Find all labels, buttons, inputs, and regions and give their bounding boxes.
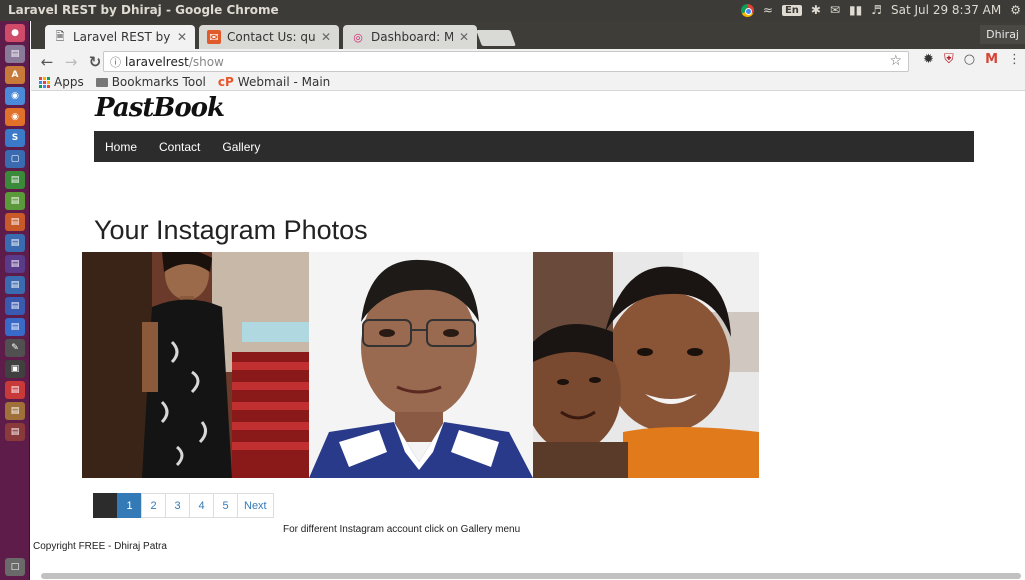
tab-label: Laravel REST by Dh xyxy=(73,30,171,44)
bookmark-webmail[interactable]: cP Webmail - Main xyxy=(218,75,330,89)
window-title: Laravel REST by Dhiraj - Google Chrome xyxy=(8,3,279,17)
battery-icon[interactable]: ▮▮ xyxy=(849,3,862,17)
browser-tabstrip: 🗎 Laravel REST by Dh ✕ ✉ Contact Us: que… xyxy=(31,21,1025,49)
pagination-page-2[interactable]: 2 xyxy=(141,493,166,518)
address-host: laravelrest xyxy=(125,54,189,69)
new-tab-button[interactable] xyxy=(476,30,516,46)
mail-tray-icon[interactable]: ✉ xyxy=(830,3,840,17)
bookmark-apps[interactable]: Apps xyxy=(39,75,84,89)
extension-gear-icon[interactable]: ✹ xyxy=(923,52,934,67)
instagram-photo[interactable] xyxy=(533,252,759,478)
back-arrow-icon[interactable]: ← xyxy=(39,53,55,71)
address-path: /show xyxy=(188,54,224,69)
close-icon[interactable]: ✕ xyxy=(459,30,469,44)
cpanel-icon: cP xyxy=(217,75,234,89)
app-icon-11[interactable]: ▤ xyxy=(5,234,25,252)
files-icon[interactable]: ▤ xyxy=(5,45,25,63)
app-icon-13[interactable]: ▤ xyxy=(5,276,25,294)
site-navbar: Home Contact Gallery xyxy=(94,131,974,162)
text-editor-icon[interactable]: ✎ xyxy=(5,339,25,357)
wifi-icon[interactable]: ≈ xyxy=(763,3,773,17)
app-icon-19[interactable]: ▤ xyxy=(5,402,25,420)
bookmark-label: Webmail - Main xyxy=(237,75,331,89)
calc-icon[interactable]: ▤ xyxy=(5,192,25,210)
gallery-hint-text: For different Instagram account click on… xyxy=(283,524,521,535)
pagination: 1 2 3 4 5 Next xyxy=(93,493,274,518)
instagram-photo[interactable] xyxy=(82,252,309,478)
screenshot-icon[interactable]: ▣ xyxy=(5,360,25,378)
chrome-tray-icon[interactable] xyxy=(740,3,754,17)
nav-gallery[interactable]: Gallery xyxy=(222,140,260,154)
folder-icon xyxy=(95,78,108,87)
chrome-launcher-icon[interactable]: ◉ xyxy=(5,87,25,105)
chat-bubble-icon[interactable]: ○ xyxy=(964,52,975,67)
browser-toolbar: ← → ↻ ⓘ laravelrest /show ☆ ✹ ⛨ ○ M ⋮ xyxy=(31,49,1025,74)
settings-gear-icon[interactable]: ⚙ xyxy=(1010,3,1021,17)
app-launcher: ● ▤ A ◉ ◉ S ▢ ▤ ▤ ▤ ▤ ▤ ▤ ▤ ▤ ✎ ▣ ▤ ▤ ▤ … xyxy=(0,21,30,580)
bookmark-label: Apps xyxy=(54,75,84,89)
close-icon[interactable]: ✕ xyxy=(321,30,331,44)
gmail-icon[interactable]: M xyxy=(985,52,998,67)
pagination-page-3[interactable]: 3 xyxy=(165,493,190,518)
app-icon-18[interactable]: ▤ xyxy=(5,381,25,399)
mail-icon: ✉ xyxy=(207,30,221,44)
pagination-next[interactable]: Next xyxy=(237,493,274,518)
bookmark-star-icon[interactable]: ☆ xyxy=(889,53,902,69)
bookmark-label: Bookmarks Tool xyxy=(111,75,206,89)
app-icon-12[interactable]: ▤ xyxy=(5,255,25,273)
site-logo[interactable]: PastBook xyxy=(95,93,225,123)
page-icon: 🗎 xyxy=(55,29,65,43)
app-icon-14[interactable]: ▤ xyxy=(5,297,25,315)
sublime-icon[interactable]: S xyxy=(5,129,25,147)
tab-label: Dashboard: Main - I xyxy=(371,30,453,44)
tab-dashboard[interactable]: ◎ Dashboard: Main - I ✕ xyxy=(343,25,477,49)
pagination-previous[interactable] xyxy=(93,493,118,518)
instagram-photo[interactable] xyxy=(309,252,533,478)
clock[interactable]: Sat Jul 29 8:37 AM xyxy=(891,3,1001,17)
dash-icon[interactable]: ● xyxy=(5,24,25,42)
bookmarks-bar: Apps Bookmarks Tool cP Webmail - Main xyxy=(31,74,1025,91)
web-page: PastBook Home Contact Gallery Your Insta… xyxy=(31,91,1025,580)
system-top-panel: Laravel REST by Dhiraj - Google Chrome ≈… xyxy=(0,0,1025,21)
keyboard-layout-indicator[interactable]: En xyxy=(781,4,802,16)
forward-arrow-icon[interactable]: → xyxy=(63,53,79,71)
bookmark-folder[interactable]: Bookmarks Tool xyxy=(95,75,206,89)
impress-icon[interactable]: ▤ xyxy=(5,213,25,231)
menu-dots-icon[interactable]: ⋮ xyxy=(1008,52,1021,67)
tab-label: Contact Us: questic xyxy=(227,30,315,44)
pagination-page-1[interactable]: 1 xyxy=(117,493,142,518)
bluetooth-icon[interactable]: ✱ xyxy=(811,3,821,17)
tab-contact-us[interactable]: ✉ Contact Us: questic ✕ xyxy=(199,25,339,49)
profile-button[interactable]: Dhiraj xyxy=(980,25,1025,44)
system-tray: ≈ En ✱ ✉ ▮▮ ♬ Sat Jul 29 8:37 AM ⚙ xyxy=(740,3,1021,17)
instagram-icon: ◎ xyxy=(353,30,363,44)
nav-contact[interactable]: Contact xyxy=(159,140,200,154)
trash-icon[interactable]: □ xyxy=(5,558,25,576)
writer-icon[interactable]: ▤ xyxy=(5,171,25,189)
extension-icons: ✹ ⛨ ○ M ⋮ xyxy=(923,52,1021,67)
pagination-page-4[interactable]: 4 xyxy=(189,493,214,518)
nav-home[interactable]: Home xyxy=(105,140,137,154)
terminal-icon[interactable]: ▢ xyxy=(5,150,25,168)
apps-grid-icon xyxy=(39,77,50,88)
address-bar[interactable]: ⓘ laravelrest /show ☆ xyxy=(103,51,909,72)
tab-laravel-rest[interactable]: 🗎 Laravel REST by Dh ✕ xyxy=(45,25,195,49)
app-store-icon[interactable]: A xyxy=(5,66,25,84)
app-icon-15[interactable]: ▤ xyxy=(5,318,25,336)
info-icon[interactable]: ⓘ xyxy=(110,54,121,70)
pagination-page-5[interactable]: 5 xyxy=(213,493,238,518)
firefox-icon[interactable]: ◉ xyxy=(5,108,25,126)
reload-icon[interactable]: ↻ xyxy=(87,53,103,71)
close-icon[interactable]: ✕ xyxy=(177,30,187,44)
ublock-icon[interactable]: ⛨ xyxy=(944,52,954,67)
photo-gallery xyxy=(82,252,759,478)
volume-icon[interactable]: ♬ xyxy=(871,3,882,17)
app-icon-20[interactable]: ▤ xyxy=(5,423,25,441)
horizontal-scrollbar[interactable] xyxy=(41,573,1021,579)
copyright-text: Copyright FREE - Dhiraj Patra xyxy=(33,541,167,552)
page-heading: Your Instagram Photos xyxy=(94,215,368,245)
